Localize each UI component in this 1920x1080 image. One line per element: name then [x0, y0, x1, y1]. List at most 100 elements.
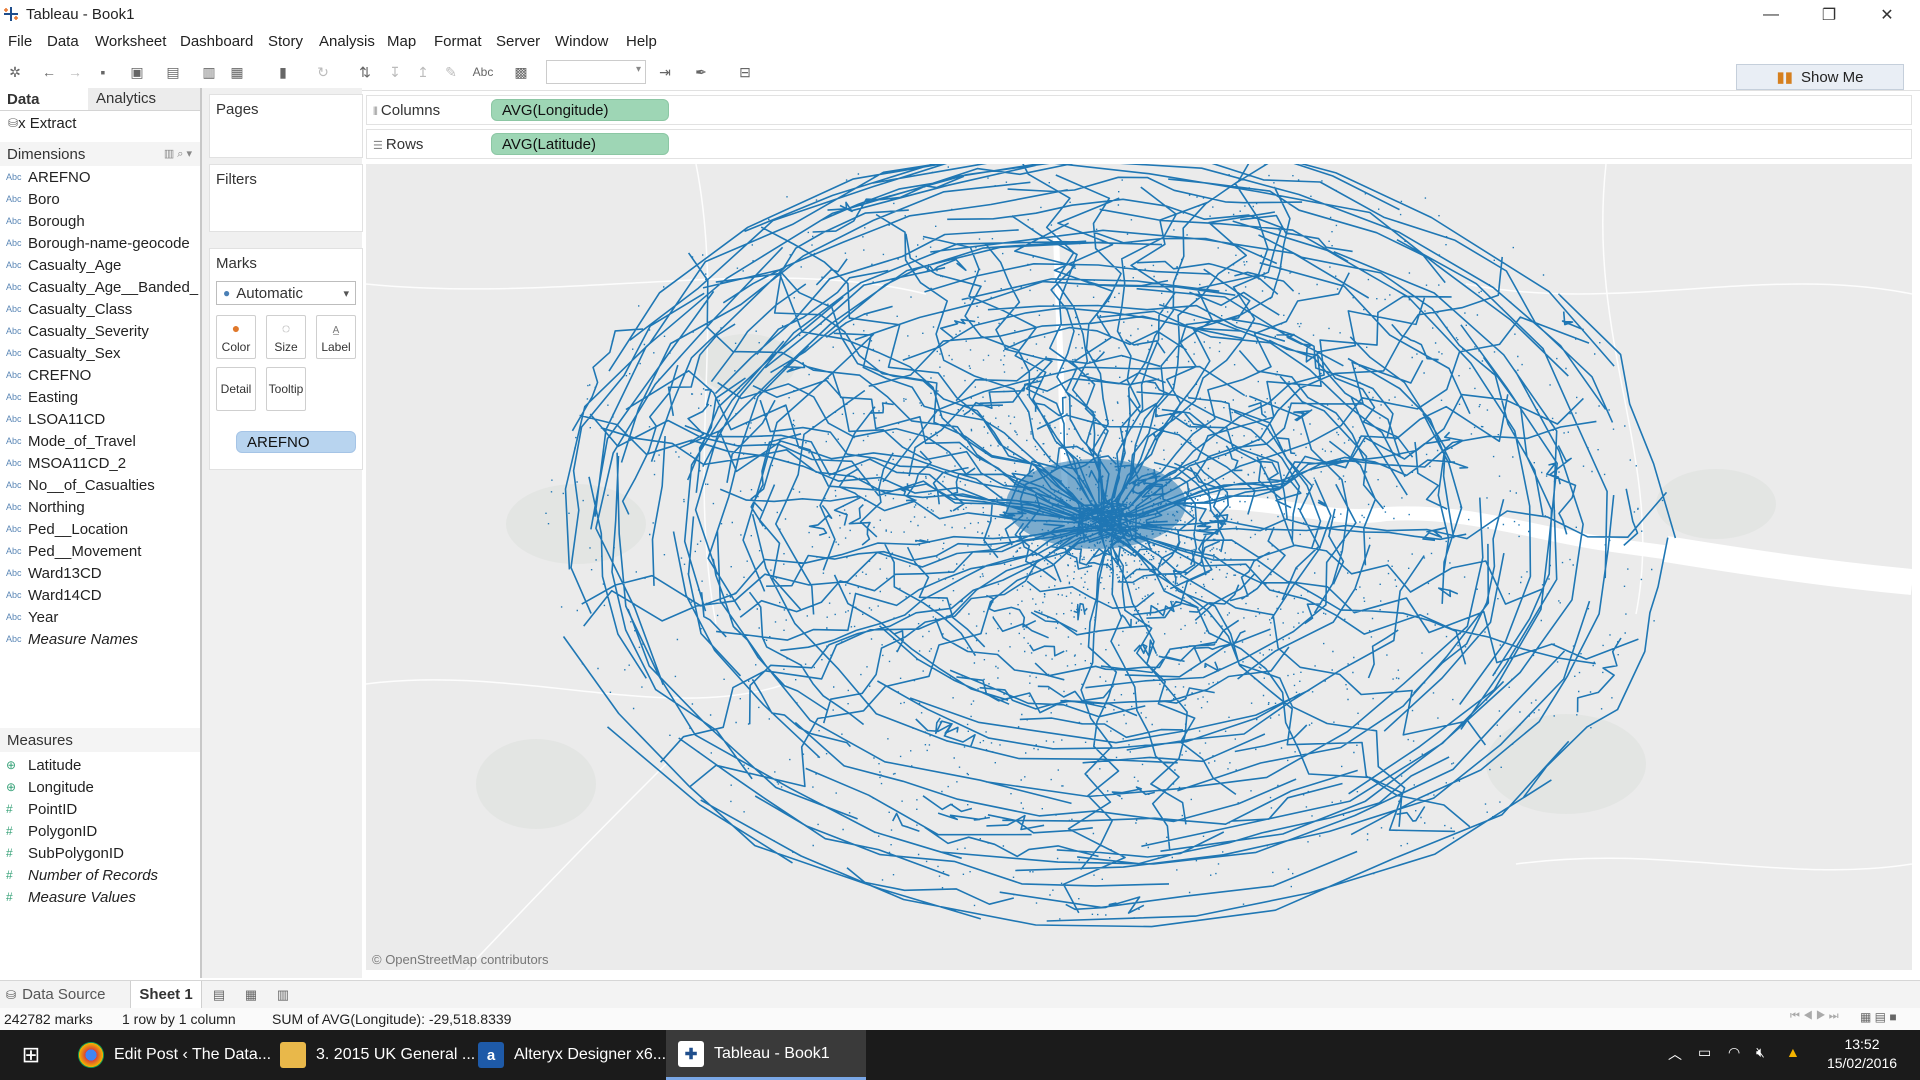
task-tableau[interactable]: ✚ Tableau - Book1	[666, 1030, 866, 1080]
data-source-tab[interactable]: ⛁ Data Source	[6, 986, 105, 1003]
tab-analytics[interactable]: Analytics	[96, 90, 156, 107]
battery-icon[interactable]: ▭	[1698, 1044, 1711, 1061]
dimension-field[interactable]: Abc Boro	[0, 188, 200, 210]
measure-field[interactable]: ⊕ Longitude	[0, 776, 200, 798]
dimension-field[interactable]: Abc Ward13CD	[0, 562, 200, 584]
dimension-field[interactable]: Abc Ped__Movement	[0, 540, 200, 562]
dimension-field[interactable]: Abc LSOA11CD	[0, 408, 200, 430]
pages-card[interactable]: Pages	[209, 94, 363, 158]
clear-sheet-icon[interactable]: ▦	[226, 61, 248, 83]
dimension-field[interactable]: Abc Northing	[0, 496, 200, 518]
wifi-icon[interactable]: ◠	[1728, 1044, 1740, 1061]
refresh-icon[interactable]: ↻	[312, 61, 334, 83]
dimension-field[interactable]: Abc No__of_Casualties	[0, 474, 200, 496]
tooltip-button[interactable]: Tooltip	[266, 367, 306, 411]
task-folder[interactable]: 3. 2015 UK General ...	[280, 1030, 475, 1080]
central-cluster-marks[interactable]	[1006, 459, 1186, 549]
show-hidden-icons-icon[interactable]: ︿	[1668, 1044, 1682, 1064]
new-dashboard-tab-icon[interactable]: ▦	[240, 984, 262, 1006]
measure-field[interactable]: ⊕ Latitude	[0, 754, 200, 776]
measure-field[interactable]: # SubPolygonID	[0, 842, 200, 864]
show-me-button[interactable]: ▮▮ Show Me	[1736, 64, 1904, 90]
task-chrome[interactable]: Edit Post ‹ The Data...	[78, 1030, 271, 1080]
dimension-field[interactable]: Abc Borough-name-geocode	[0, 232, 200, 254]
size-button[interactable]: ◌ Size	[266, 315, 306, 359]
sheet-nav-icon[interactable]: ⏮ ◀ ▶ ⏭	[1790, 1010, 1839, 1023]
restore-button[interactable]: ❐	[1806, 0, 1852, 30]
map-canvas[interactable]	[366, 164, 1912, 970]
sort-descending-icon[interactable]: ↥	[412, 61, 434, 83]
dimension-field[interactable]: Abc Casualty_Severity	[0, 320, 200, 342]
presentation-icon[interactable]: ⊟	[734, 61, 756, 83]
sort-ascending-icon[interactable]: ↧	[384, 61, 406, 83]
windows-start-icon[interactable]: ⊞	[16, 1030, 46, 1080]
google-drive-icon[interactable]: ▲	[1786, 1044, 1800, 1060]
task-alteryx[interactable]: a Alteryx Designer x6...	[478, 1030, 666, 1080]
menu-dashboard[interactable]: Dashboard	[180, 33, 253, 50]
map-view[interactable]	[366, 164, 1912, 970]
show-labels-button[interactable]: Abc	[472, 61, 494, 83]
volume-muted-icon[interactable]: 🔇︎	[1756, 1044, 1765, 1061]
highlight-icon[interactable]: ✎	[440, 61, 462, 83]
menu-help[interactable]: Help	[626, 33, 657, 50]
view-size-icon[interactable]: ▩	[510, 61, 532, 83]
rows-shelf[interactable]: ☰ Rows AVG(Latitude)	[366, 129, 1912, 159]
map-attribution[interactable]: © OpenStreetMap contributors	[372, 952, 549, 967]
close-button[interactable]: ✕	[1864, 0, 1910, 30]
dimension-field[interactable]: Abc Casualty_Age	[0, 254, 200, 276]
fix-axes-icon[interactable]: ⇥	[654, 61, 676, 83]
tableau-logo-icon[interactable]: ✲	[4, 61, 26, 83]
pause-updates-icon[interactable]: ▮	[272, 61, 294, 83]
dimension-field[interactable]: Abc Casualty_Class	[0, 298, 200, 320]
dimensions-search-icon[interactable]: ▥ ⌕ ▾	[164, 147, 192, 161]
new-story-tab-icon[interactable]: ▥	[272, 984, 294, 1006]
view-mode-icons[interactable]: ▦ ▤ ■	[1860, 1010, 1897, 1024]
measure-field[interactable]: # PolygonID	[0, 820, 200, 842]
menu-format[interactable]: Format	[434, 33, 482, 50]
tab-data[interactable]: Data	[0, 88, 88, 110]
dimension-field[interactable]: Abc Borough	[0, 210, 200, 232]
minimize-button[interactable]: —	[1748, 0, 1794, 30]
dimension-field[interactable]: Abc Measure Names	[0, 628, 200, 650]
duplicate-sheet-icon[interactable]: ▥	[198, 61, 220, 83]
filters-card[interactable]: Filters	[209, 164, 363, 232]
dimension-field[interactable]: Abc Ward14CD	[0, 584, 200, 606]
dimension-field[interactable]: Abc CREFNO	[0, 364, 200, 386]
tab-sheet-1[interactable]: Sheet 1	[130, 981, 202, 1009]
menu-map[interactable]: Map	[387, 33, 416, 50]
menu-analysis[interactable]: Analysis	[319, 33, 375, 50]
columns-pill[interactable]: AVG(Longitude)	[491, 99, 669, 121]
label-button[interactable]: A̲ Label	[316, 315, 356, 359]
save-icon[interactable]: ▪	[92, 61, 114, 83]
rows-pill[interactable]: AVG(Latitude)	[491, 133, 669, 155]
fit-dropdown[interactable]: ▾	[546, 60, 646, 84]
new-datasource-icon[interactable]: ▣	[126, 61, 148, 83]
dimension-field[interactable]: Abc Casualty_Sex	[0, 342, 200, 364]
menu-window[interactable]: Window	[555, 33, 608, 50]
detail-pill[interactable]: AREFNO	[236, 431, 356, 453]
columns-shelf[interactable]: ⦀ Columns AVG(Longitude)	[366, 95, 1912, 125]
mark-type-dropdown[interactable]: ● Automatic ▾	[216, 281, 356, 305]
dimension-field[interactable]: Abc Year	[0, 606, 200, 628]
new-worksheet-icon[interactable]: ▤	[162, 61, 184, 83]
dimension-field[interactable]: Abc AREFNO	[0, 166, 200, 188]
menu-data[interactable]: Data	[47, 33, 79, 50]
redo-icon[interactable]: →	[64, 61, 86, 83]
measure-field[interactable]: # Number of Records	[0, 864, 200, 886]
menu-worksheet[interactable]: Worksheet	[95, 33, 166, 50]
undo-icon[interactable]: ←	[38, 61, 60, 83]
clock[interactable]: 13:52 15/02/2016	[1822, 1035, 1902, 1073]
new-worksheet-tab-icon[interactable]: ▤	[208, 984, 230, 1006]
menu-server[interactable]: Server	[496, 33, 540, 50]
dimension-field[interactable]: Abc Mode_of_Travel	[0, 430, 200, 452]
dimension-field[interactable]: Abc Easting	[0, 386, 200, 408]
color-button[interactable]: ● Color	[216, 315, 256, 359]
swap-icon[interactable]: ⇅	[354, 61, 376, 83]
measure-field[interactable]: # PointID	[0, 798, 200, 820]
dimension-field[interactable]: Abc Casualty_Age__Banded_	[0, 276, 200, 298]
detail-button[interactable]: Detail	[216, 367, 256, 411]
dimension-field[interactable]: Abc MSOA11CD_2	[0, 452, 200, 474]
menu-file[interactable]: File	[8, 33, 32, 50]
menu-story[interactable]: Story	[268, 33, 303, 50]
datasource-item[interactable]: ⛁ x Extract	[0, 112, 200, 134]
